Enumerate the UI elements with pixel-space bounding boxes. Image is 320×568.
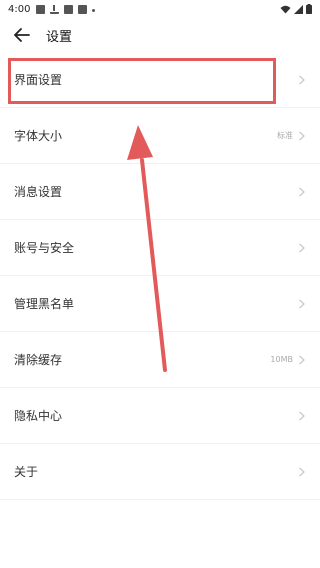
settings-item-label: 消息设置 [14,185,63,199]
settings-item-account-security[interactable]: 账号与安全 [0,220,320,276]
row-right [293,467,306,477]
settings-item-label: 字体大小 [14,129,63,143]
settings-item-interface[interactable]: 界面设置 [0,52,320,108]
settings-item-label: 管理黑名单 [14,297,75,311]
settings-item-font-size[interactable]: 字体大小 标准 [0,108,320,164]
settings-item-value: 标准 [277,131,293,140]
chevron-right-icon [299,411,305,420]
settings-item-clear-cache[interactable]: 清除缓存 10MB [0,332,320,388]
app-header: 设置 [0,18,320,52]
status-right-icons [280,4,312,14]
settings-item-label: 清除缓存 [14,353,63,367]
back-button[interactable] [4,18,40,52]
image-icon [36,4,46,14]
chevron-right-icon [299,299,305,308]
chevron-right-icon [299,75,305,84]
page-title: 设置 [46,29,73,45]
settings-item-blacklist[interactable]: 管理黑名单 [0,276,320,332]
settings-item-value: 10MB [270,355,293,364]
battery-icon [306,4,312,14]
row-right: 标准 [277,130,306,141]
row-right [293,411,306,421]
row-right [293,299,306,309]
row-right [293,187,306,197]
settings-item-label: 隐私中心 [14,409,63,423]
settings-item-privacy[interactable]: 隐私中心 [0,388,320,444]
settings-screen: 4:00 设置 界面设置 字体大小 标准 消息设置 账号与安全 管理黑名单 清除… [0,0,320,568]
row-right [293,243,306,253]
chevron-right-icon [299,467,305,476]
wifi-icon [280,5,291,13]
row-right [293,75,306,85]
chevron-right-icon [299,131,305,140]
chevron-right-icon [299,243,305,252]
dot-icon [92,8,96,12]
settings-item-label: 关于 [14,465,39,479]
settings-list: 界面设置 字体大小 标准 消息设置 账号与安全 管理黑名单 清除缓存 10MB … [0,52,320,500]
download-icon [50,4,60,14]
signal-icon [294,4,303,14]
settings-item-messages[interactable]: 消息设置 [0,164,320,220]
notification-icon [64,4,74,14]
chevron-right-icon [299,187,305,196]
chevron-right-icon [299,355,305,364]
notification-icon-2 [78,4,88,14]
settings-item-label: 界面设置 [14,73,63,87]
status-time: 4:00 [8,3,31,15]
settings-item-label: 账号与安全 [14,241,75,255]
settings-item-about[interactable]: 关于 [0,444,320,500]
back-arrow-icon [14,28,30,42]
status-bar: 4:00 [0,0,320,18]
row-right: 10MB [270,355,306,365]
